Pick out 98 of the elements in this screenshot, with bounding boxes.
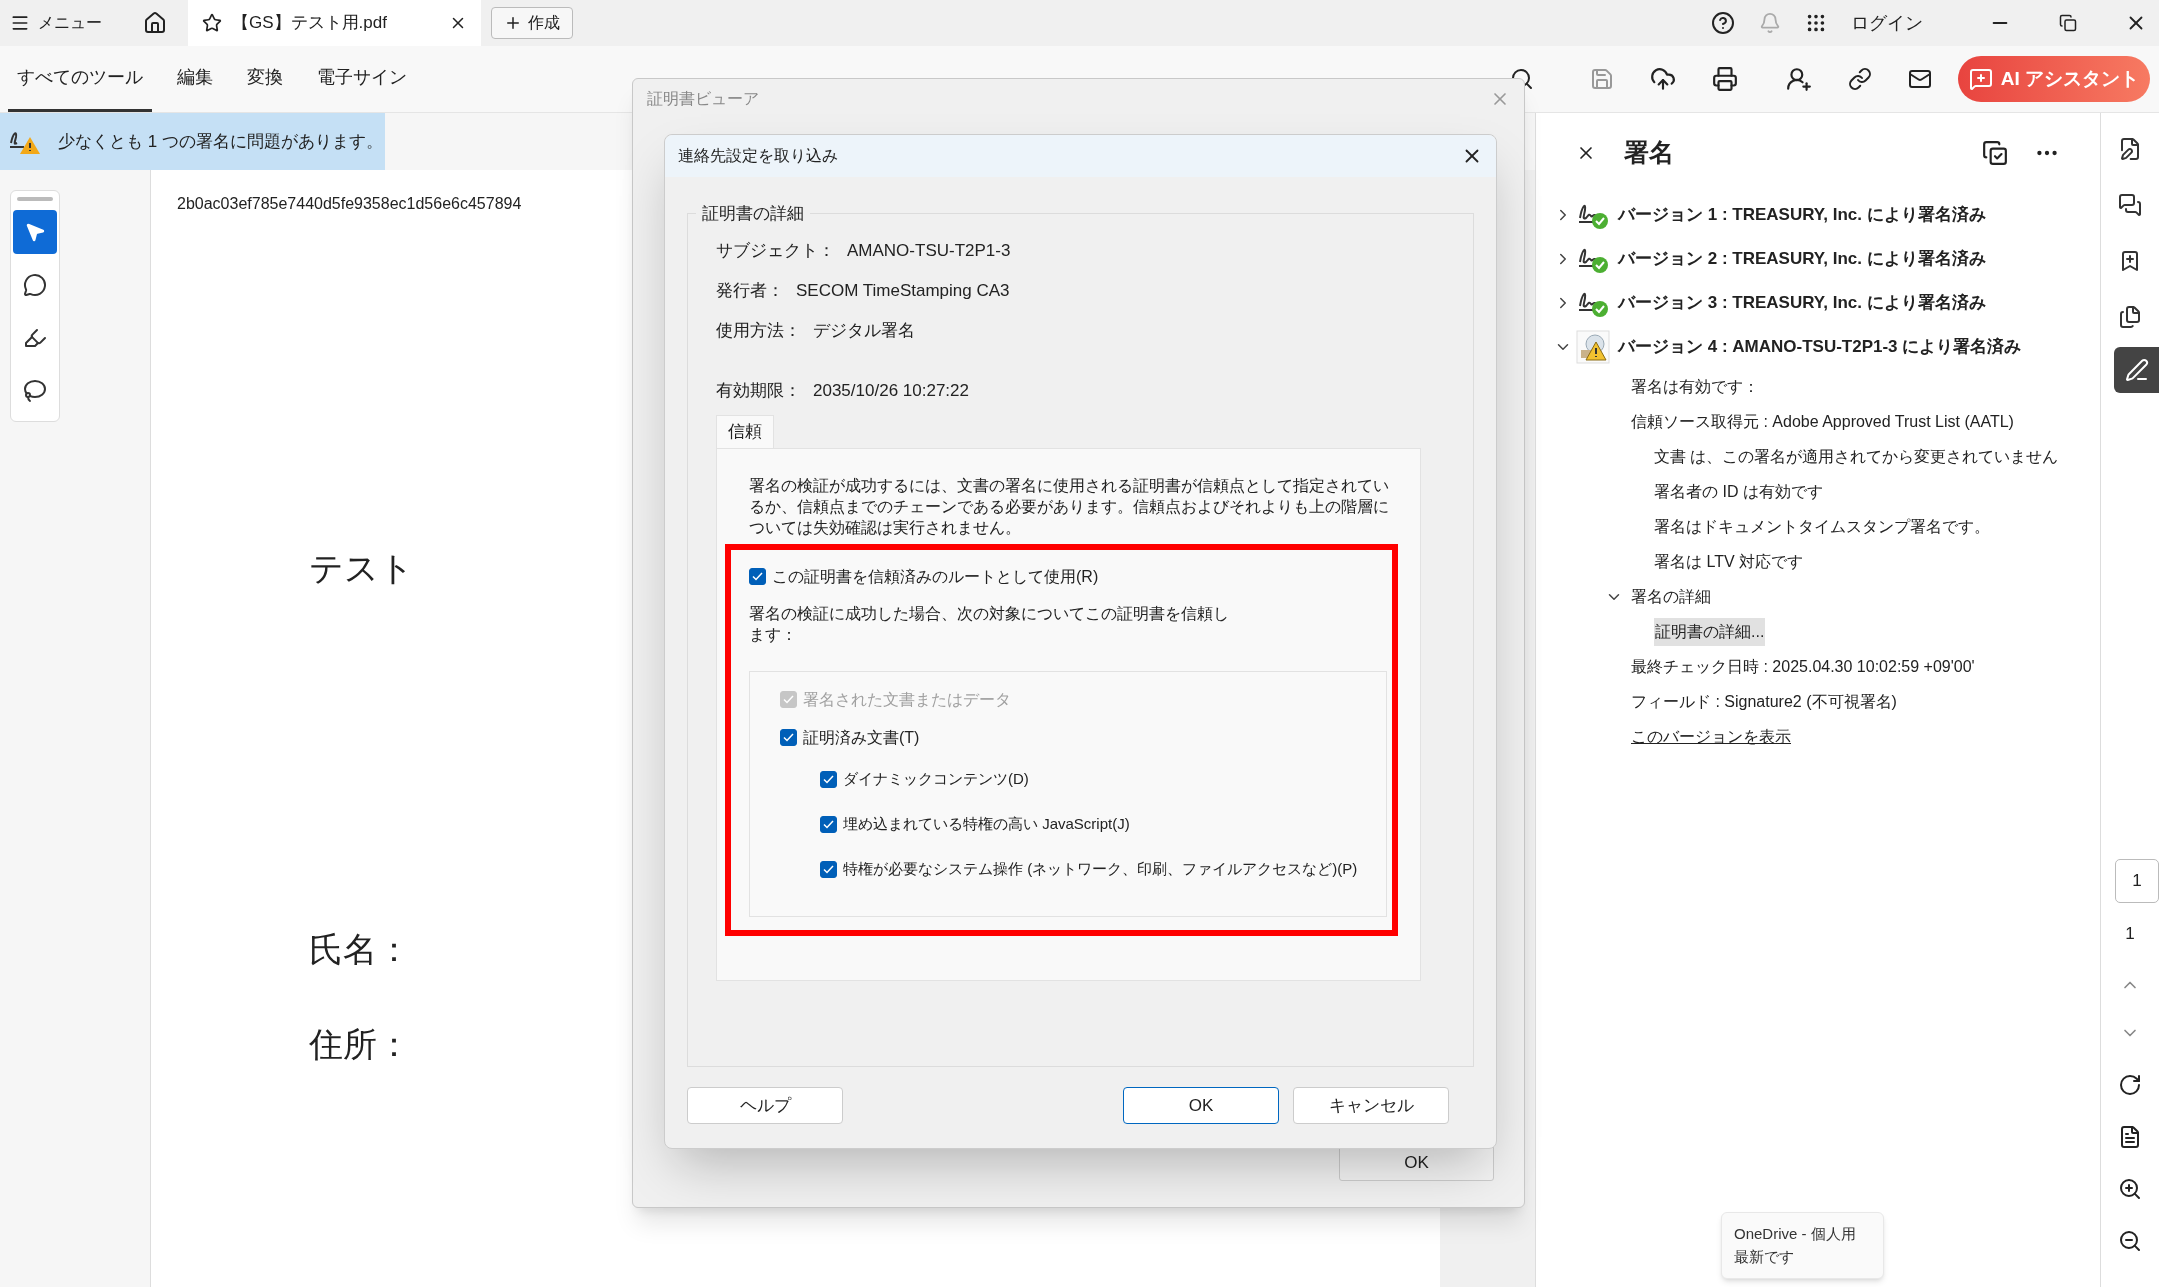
help-button[interactable]: ヘルプ [687, 1087, 843, 1124]
signature-version[interactable]: バージョン 4 : AMANO-TSU-T2P1-3 により署名済み [1618, 334, 2022, 360]
fit-page-icon[interactable] [2118, 1124, 2142, 1149]
ai-assistant-label: AI アシスタント [2000, 66, 2140, 91]
menu-button[interactable]: メニュー [0, 0, 116, 46]
checkbox-label[interactable]: ダイナミックコンテンツ(D) [843, 770, 1363, 788]
save-icon[interactable] [1590, 67, 1614, 91]
login-button[interactable]: ログイン [1845, 9, 1929, 37]
document-tab[interactable]: 【GS】テスト用.pdf [188, 0, 481, 46]
trust-description: 署名の検証が成功するには、文書の署名に使用される証明書が信頼点として指定されているか、信頼点までのチェーンである必要があります。信頼点およびそれよりも上の階層については失効確認は実行されません。 [749, 475, 1390, 538]
zoom-out-icon[interactable] [2118, 1228, 2142, 1253]
checkbox-label[interactable]: 証明済み文書(T) [803, 725, 920, 750]
signature-version[interactable]: バージョン 3 : TREASURY, Inc. により署名済み [1618, 290, 1986, 316]
create-label: 作成 [528, 13, 560, 33]
restore-icon[interactable] [2059, 14, 2077, 32]
field-value: デジタル署名 [813, 319, 915, 342]
checkbox-label[interactable]: この証明書を信頼済みのルートとして使用(R) [772, 564, 1099, 589]
checkmark-icon [823, 774, 834, 784]
signature-detail-text: 署名はドキュメントタイムスタンプ署名です。 [1654, 516, 1990, 537]
apps-grid-icon[interactable] [1805, 12, 1827, 34]
checkbox[interactable] [749, 568, 766, 585]
checkbox-label[interactable]: 特権が必要なシステム操作 (ネットワーク、印刷、ファイルアクセスなど)(P) [843, 860, 1363, 878]
signature-detail-text: 署名は LTV 対応です [1654, 551, 1804, 572]
chat-sparkle-icon [1968, 67, 1993, 91]
signature-detail-text: 信頼ソース取得元 : Adobe Approved Trust List (AATL) [1631, 411, 2014, 432]
copy-check-icon[interactable] [1982, 140, 2008, 166]
signature-version[interactable]: バージョン 2 : TREASURY, Inc. により署名済み [1618, 246, 1986, 272]
field-value: AMANO-TSU-T2P1-3 [847, 239, 1011, 262]
signature-detail-text: フィールド : Signature2 (不可視署名) [1631, 691, 1897, 712]
mail-icon[interactable] [1908, 67, 1932, 91]
tab-title: 【GS】テスト用.pdf [232, 12, 388, 35]
rotate-icon[interactable] [2118, 1072, 2142, 1097]
tree-item[interactable]: 証明書の詳細... [1654, 617, 1766, 646]
lasso-icon [23, 379, 47, 403]
print-icon[interactable] [1712, 66, 1738, 92]
checkbox-label[interactable]: 埋め込まれている特権の高い JavaScript(J) [843, 815, 1363, 833]
checkmark-icon [752, 572, 763, 581]
field-label: 発行者： [716, 279, 784, 302]
field-label: サブジェクト： [716, 239, 835, 262]
checkbox[interactable] [820, 770, 837, 788]
highlighter-icon [23, 326, 47, 350]
dialog-title: 証明書ビューア [647, 89, 759, 109]
help-icon[interactable] [1711, 11, 1735, 35]
signature-version[interactable]: バージョン 1 : TREASURY, Inc. により署名済み [1618, 202, 1986, 228]
signature-panel-button[interactable] [2114, 347, 2159, 393]
signature-warning-icon [1576, 330, 1610, 364]
upload-icon[interactable] [1650, 66, 1676, 92]
field-label: 有効期限： [716, 379, 801, 402]
document-title: テスト [309, 549, 414, 589]
comments-icon[interactable] [2118, 193, 2142, 217]
checkbox[interactable] [820, 815, 837, 833]
comment-icon [23, 273, 47, 297]
hash-text: 2b0ac03ef785e7440d5fe9358ec1d56e6c457894 [177, 194, 522, 214]
edit-doc-icon[interactable] [2118, 137, 2142, 161]
checkmark-icon [783, 733, 794, 742]
field-value: 2035/10/26 10:27:22 [813, 379, 969, 402]
pages-icon[interactable] [2118, 305, 2142, 329]
pointer-icon [24, 221, 46, 243]
trust-tab[interactable]: 信頼 [716, 414, 774, 448]
pen-icon [2125, 358, 2149, 382]
dialog-title: 連絡先設定を取り込み [678, 146, 838, 166]
checkbox[interactable] [780, 729, 797, 746]
form-field-label: 氏名： [309, 930, 411, 970]
link-icon[interactable] [1848, 67, 1872, 91]
signature-detail-text: 最終チェック日時 : 2025.04.30 10:02:59 +09'00' [1631, 656, 1975, 677]
checkbox[interactable] [820, 860, 837, 878]
menu-label: メニュー [38, 13, 102, 33]
banner-message: 少なくとも 1 つの署名に問題があります。 [58, 130, 383, 153]
tree-node-label[interactable]: 署名の詳細 [1631, 584, 1711, 609]
checkmark-icon [783, 695, 794, 704]
zoom-in-icon[interactable] [2118, 1176, 2142, 1201]
menu-icon [10, 13, 30, 33]
view-version-link[interactable]: このバージョンを表示 [1631, 724, 1791, 749]
group-title: 証明書の詳細 [701, 203, 805, 225]
tool-tab[interactable]: 電子サイン [308, 46, 416, 112]
create-button[interactable]: 作成 [491, 7, 573, 39]
plus-icon [504, 14, 522, 32]
page-number-field[interactable]: 1 [2115, 859, 2159, 903]
home-icon[interactable] [143, 11, 167, 35]
signature-detail-text: 署名は有効です： [1631, 376, 1759, 397]
tool-tab[interactable]: 編集 [168, 46, 222, 112]
field-value: SECOM TimeStamping CA3 [796, 279, 1010, 302]
panel-title: 署名 [1624, 137, 1674, 169]
trust-note: 署名の検証に成功した場合、次の対象についてこの証明書を信頼します： [749, 603, 1229, 645]
star-icon [202, 13, 222, 33]
tool-tab[interactable]: 変換 [238, 46, 292, 112]
page-total: 1 [2125, 923, 2135, 945]
cancel-button[interactable]: キャンセル [1293, 1087, 1449, 1124]
signature-detail-text: 文書 は、この署名が適用されてから変更されていません [1654, 446, 2059, 467]
checkmark-icon [823, 864, 834, 874]
form-field-label: 住所： [309, 1025, 411, 1065]
field-label: 使用方法： [716, 319, 801, 342]
checkmark-icon [823, 819, 834, 829]
signature-detail-text: 署名者の ID は有効です [1654, 481, 1823, 502]
ok-button[interactable]: OK [1123, 1087, 1279, 1124]
share-user-icon[interactable] [1786, 66, 1812, 92]
tooltip-text: OneDrive - 個人用 [1734, 1224, 1857, 1244]
tooltip-text: 最新です [1734, 1246, 1795, 1267]
